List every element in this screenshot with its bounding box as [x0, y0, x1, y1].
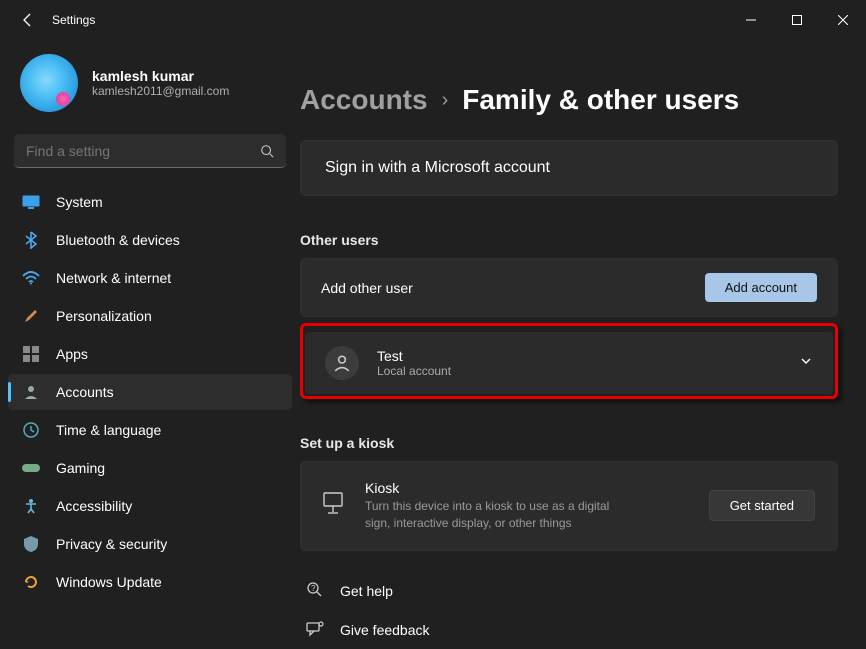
brush-icon [22, 307, 40, 325]
user-type: Local account [377, 364, 451, 378]
nav-label: Network & internet [56, 270, 171, 286]
sidebar-item-personalization[interactable]: Personalization [8, 298, 292, 334]
apps-icon [22, 345, 40, 363]
gaming-icon [22, 459, 40, 477]
sidebar-item-update[interactable]: Windows Update [8, 564, 292, 600]
sidebar-item-accessibility[interactable]: Accessibility [8, 488, 292, 524]
sidebar-item-system[interactable]: System [8, 184, 292, 220]
link-label: Get help [340, 583, 393, 599]
search-box[interactable] [14, 134, 286, 168]
link-label: Give feedback [340, 622, 430, 638]
sidebar-item-gaming[interactable]: Gaming [8, 450, 292, 486]
svg-text:?: ? [311, 584, 316, 593]
kiosk-title: Kiosk [365, 480, 687, 496]
signin-text: Sign in with a Microsoft account [325, 159, 550, 177]
add-account-button[interactable]: Add account [705, 273, 817, 302]
person-icon [325, 346, 359, 380]
nav-label: Gaming [56, 460, 105, 476]
sidebar-item-time[interactable]: Time & language [8, 412, 292, 448]
sidebar-item-privacy[interactable]: Privacy & security [8, 526, 292, 562]
window-controls [728, 0, 866, 40]
update-icon [22, 573, 40, 591]
add-other-user-row: Add other user Add account [300, 258, 838, 317]
search-input[interactable] [26, 143, 260, 159]
signin-card[interactable]: Sign in with a Microsoft account [300, 140, 838, 196]
nav-label: Privacy & security [56, 536, 167, 552]
nav-label: Accounts [56, 384, 114, 400]
get-started-button[interactable]: Get started [709, 490, 815, 521]
nav-label: Windows Update [56, 574, 162, 590]
back-button[interactable] [8, 0, 48, 40]
minimize-button[interactable] [728, 0, 774, 40]
breadcrumb-parent[interactable]: Accounts [300, 84, 428, 116]
clock-icon [22, 421, 40, 439]
kiosk-desc: Turn this device into a kiosk to use as … [365, 498, 625, 532]
add-user-label: Add other user [321, 280, 705, 296]
shield-icon [22, 535, 40, 553]
wifi-icon [22, 269, 40, 287]
chevron-down-icon [799, 354, 813, 373]
accessibility-icon [22, 497, 40, 515]
maximize-button[interactable] [774, 0, 820, 40]
bluetooth-icon [22, 231, 40, 249]
nav-label: Accessibility [56, 498, 132, 514]
nav: System Bluetooth & devices Network & int… [8, 182, 292, 602]
profile[interactable]: kamlesh kumar kamlesh2011@gmail.com [8, 40, 292, 134]
person-icon [22, 383, 40, 401]
nav-label: Personalization [56, 308, 152, 324]
user-email: kamlesh2011@gmail.com [92, 84, 229, 98]
display-icon [22, 193, 40, 211]
help-icon: ? [306, 581, 324, 602]
nav-label: Apps [56, 346, 88, 362]
footer-links: ? Get help Give feedback [300, 579, 838, 643]
sidebar-item-network[interactable]: Network & internet [8, 260, 292, 296]
window-title: Settings [52, 13, 95, 27]
sidebar: kamlesh kumar kamlesh2011@gmail.com Syst… [0, 40, 300, 649]
kiosk-heading: Set up a kiosk [300, 435, 838, 451]
give-feedback-link[interactable]: Give feedback [300, 618, 838, 643]
highlighted-user: Test Local account [300, 323, 838, 399]
get-help-link[interactable]: ? Get help [300, 579, 838, 604]
titlebar: Settings [0, 0, 866, 40]
nav-label: Time & language [56, 422, 161, 438]
kiosk-icon [323, 492, 343, 519]
kiosk-card: Kiosk Turn this device into a kiosk to u… [300, 461, 838, 551]
page-title: Family & other users [462, 84, 739, 116]
nav-label: System [56, 194, 103, 210]
nav-label: Bluetooth & devices [56, 232, 180, 248]
sidebar-item-bluetooth[interactable]: Bluetooth & devices [8, 222, 292, 258]
avatar [20, 54, 78, 112]
chevron-right-icon: › [442, 89, 449, 112]
user-name: kamlesh kumar [92, 68, 229, 84]
user-row-test[interactable]: Test Local account [305, 332, 833, 394]
close-button[interactable] [820, 0, 866, 40]
user-name: Test [377, 348, 451, 364]
sidebar-item-apps[interactable]: Apps [8, 336, 292, 372]
other-users-heading: Other users [300, 232, 838, 248]
search-icon [260, 144, 274, 158]
breadcrumb: Accounts › Family & other users [300, 40, 838, 140]
sidebar-item-accounts[interactable]: Accounts [8, 374, 292, 410]
main-content: Accounts › Family & other users Sign in … [300, 40, 866, 649]
feedback-icon [306, 620, 324, 641]
